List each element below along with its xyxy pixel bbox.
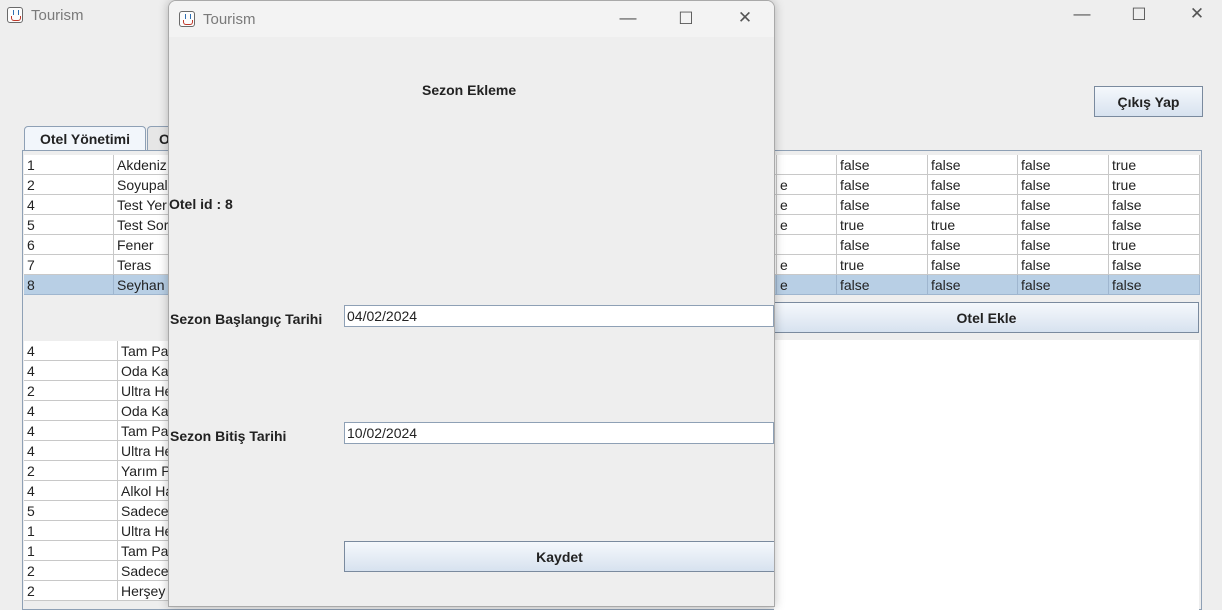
season-start-label: Sezon Başlangıç Tarihi xyxy=(170,311,323,327)
hotel-id-label: Otel id : 8 xyxy=(169,196,233,212)
cell-id: 6 xyxy=(24,235,114,255)
cell-hotel-id: 2 xyxy=(24,581,118,601)
cell-partial: e xyxy=(777,255,837,275)
cell-partial xyxy=(777,155,837,175)
cell-hotel-id: 2 xyxy=(24,381,118,401)
cell-flag-4: false xyxy=(1109,275,1200,295)
cell-flag-4: false xyxy=(1109,255,1200,275)
close-icon[interactable]: ✕ xyxy=(735,8,755,28)
cell-flag-1: false xyxy=(837,155,928,175)
cell-hotel-id: 4 xyxy=(24,361,118,381)
cell-partial: e xyxy=(777,195,837,215)
cell-hotel-id: 4 xyxy=(24,481,118,501)
cell-hotel-id: 4 xyxy=(24,341,118,361)
cell-hotel-id: 4 xyxy=(24,401,118,421)
cell-flag-4: true xyxy=(1109,155,1200,175)
cell-partial: e xyxy=(777,215,837,235)
cell-id: 7 xyxy=(24,255,114,275)
cell-flag-1: false xyxy=(837,275,928,295)
cell-partial: e xyxy=(777,275,837,295)
close-icon[interactable]: ✕ xyxy=(1187,4,1207,24)
logout-button[interactable]: Çıkış Yap xyxy=(1094,86,1203,117)
cell-flag-1: true xyxy=(837,215,928,235)
cell-flag-2: false xyxy=(928,235,1018,255)
cell-partial: e xyxy=(777,175,837,195)
cell-id: 8 xyxy=(24,275,114,295)
cell-hotel-id: 2 xyxy=(24,461,118,481)
dialog-title: Tourism xyxy=(203,11,256,28)
cell-flag-3: false xyxy=(1018,155,1109,175)
cell-flag-1: false xyxy=(837,235,928,255)
cell-id: 1 xyxy=(24,155,114,175)
cell-flag-2: false xyxy=(928,275,1018,295)
tab-hotel-management[interactable]: Otel Yönetimi xyxy=(24,126,146,151)
cell-partial xyxy=(777,235,837,255)
cell-flag-2: false xyxy=(928,255,1018,275)
cell-flag-4: true xyxy=(1109,175,1200,195)
cell-hotel-id: 1 xyxy=(24,521,118,541)
dialog-heading: Sezon Ekleme xyxy=(422,82,517,98)
cell-hotel-id: 2 xyxy=(24,561,118,581)
cell-id: 4 xyxy=(24,195,114,215)
minimize-icon[interactable]: — xyxy=(618,8,638,28)
maximize-icon[interactable]: ☐ xyxy=(1129,5,1149,25)
season-end-input[interactable] xyxy=(344,422,774,444)
cell-id: 5 xyxy=(24,215,114,235)
dialog-titlebar: Tourism — ☐ ✕ xyxy=(169,1,774,37)
cell-flag-1: false xyxy=(837,175,928,195)
cell-flag-3: false xyxy=(1018,175,1109,195)
cell-flag-3: false xyxy=(1018,255,1109,275)
cell-flag-4: false xyxy=(1109,195,1200,215)
save-button[interactable]: Kaydet xyxy=(344,541,774,572)
cell-hotel-id: 1 xyxy=(24,541,118,561)
cell-flag-4: false xyxy=(1109,215,1200,235)
maximize-icon[interactable]: ☐ xyxy=(676,9,696,29)
cell-flag-2: true xyxy=(928,215,1018,235)
cell-id: 2 xyxy=(24,175,114,195)
season-dialog: Tourism — ☐ ✕ Sezon Ekleme Otel id : 8 S… xyxy=(168,0,775,607)
cell-hotel-id: 5 xyxy=(24,501,118,521)
cell-flag-4: true xyxy=(1109,235,1200,255)
cell-flag-3: false xyxy=(1018,275,1109,295)
minimize-icon[interactable]: — xyxy=(1072,4,1092,24)
season-end-label: Sezon Bitiş Tarihi xyxy=(170,428,287,444)
cell-flag-2: false xyxy=(928,175,1018,195)
cell-flag-1: true xyxy=(837,255,928,275)
add-hotel-button[interactable]: Otel Ekle xyxy=(774,302,1199,333)
main-window-title: Tourism xyxy=(31,7,84,24)
cell-flag-2: false xyxy=(928,195,1018,215)
cell-hotel-id: 4 xyxy=(24,441,118,461)
java-cup-icon xyxy=(7,7,23,23)
cell-flag-1: false xyxy=(837,195,928,215)
cell-hotel-id: 4 xyxy=(24,421,118,441)
season-start-input[interactable] xyxy=(344,305,774,327)
java-cup-icon xyxy=(179,11,195,27)
cell-flag-3: false xyxy=(1018,195,1109,215)
cell-flag-3: false xyxy=(1018,215,1109,235)
cell-flag-2: false xyxy=(928,155,1018,175)
cell-flag-3: false xyxy=(1018,235,1109,255)
right-table-area xyxy=(774,340,1199,610)
